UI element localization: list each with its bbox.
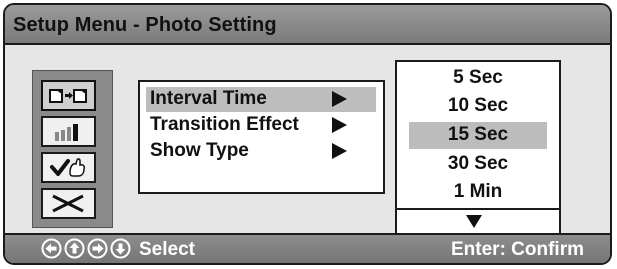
submenu-item-show-type[interactable]: Show Type xyxy=(146,139,376,164)
right-triangle-icon xyxy=(332,91,347,107)
option-label: 5 Sec xyxy=(453,67,503,88)
option-10-sec[interactable]: 10 Sec xyxy=(409,93,547,120)
window-title: Setup Menu - Photo Setting xyxy=(13,14,277,36)
title-bar: Setup Menu - Photo Setting xyxy=(5,5,610,45)
right-triangle-icon xyxy=(332,143,347,159)
submenu-item-interval-time[interactable]: Interval Time xyxy=(146,87,376,112)
option-30-sec[interactable]: 30 Sec xyxy=(409,151,547,178)
bar-levels-icon xyxy=(55,124,78,141)
option-label: 1 Min xyxy=(453,181,503,202)
down-arrow-icon xyxy=(110,238,131,259)
right-arrow-icon xyxy=(87,238,108,259)
option-label: 30 Sec xyxy=(447,153,509,174)
option-label: 10 Sec xyxy=(447,95,509,116)
select-hint: Select xyxy=(139,239,195,260)
checkmark-hand-icon xyxy=(50,158,85,177)
photo-transition-icon xyxy=(49,89,87,103)
custom-setting-tab[interactable] xyxy=(41,152,96,183)
setup-menu-window: Setup Menu - Photo Setting Interval Time… xyxy=(3,3,612,265)
interval-options-list: 5 Sec 10 Sec 15 Sec 30 Sec 1 Min xyxy=(395,60,561,236)
category-icon-column xyxy=(32,70,113,228)
exit-tab[interactable] xyxy=(41,188,96,219)
option-1-min[interactable]: 1 Min xyxy=(409,179,547,206)
submenu-item-transition-effect[interactable]: Transition Effect xyxy=(146,113,376,138)
scroll-down-button[interactable] xyxy=(397,210,559,234)
up-arrow-icon xyxy=(64,238,85,259)
close-x-icon xyxy=(52,194,84,213)
submenu-item-label: Transition Effect xyxy=(150,114,299,135)
left-arrow-icon xyxy=(41,238,62,259)
confirm-hint: Enter: Confirm xyxy=(451,239,584,260)
photo-setting-tab[interactable] xyxy=(41,80,96,111)
scroll-down-arrow-icon xyxy=(466,215,482,228)
submenu-item-label: Show Type xyxy=(150,140,249,161)
right-triangle-icon xyxy=(332,117,347,133)
menu-content: Interval Time Transition Effect Show Typ… xyxy=(5,45,610,236)
submenu-item-label: Interval Time xyxy=(150,88,267,109)
option-15-sec[interactable]: 15 Sec xyxy=(409,122,547,149)
option-5-sec[interactable]: 5 Sec xyxy=(409,65,547,92)
display-setting-tab[interactable] xyxy=(41,116,96,147)
footer-bar: Select Enter: Confirm xyxy=(5,233,610,263)
option-label: 15 Sec xyxy=(447,124,509,145)
photo-setting-submenu: Interval Time Transition Effect Show Typ… xyxy=(138,80,385,194)
